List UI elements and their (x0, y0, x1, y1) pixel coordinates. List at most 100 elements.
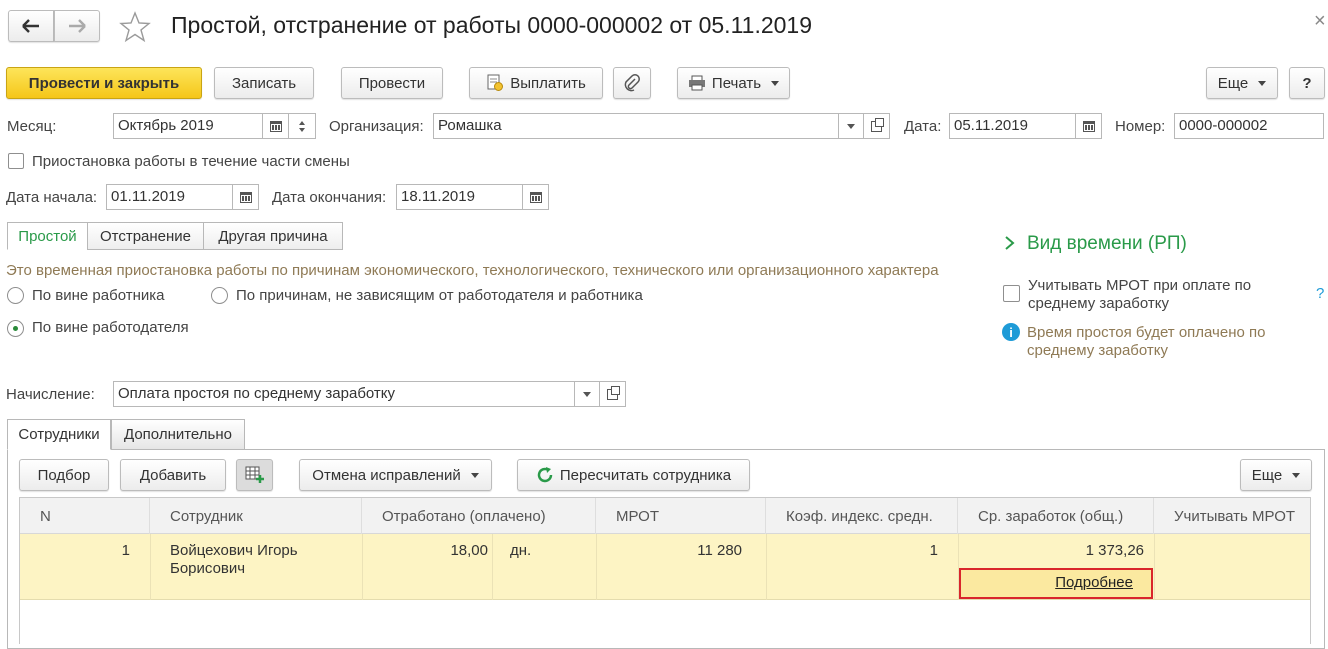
cell-unit: дн. (510, 542, 532, 559)
row-divider (492, 534, 493, 600)
tab-downtime[interactable]: Простой (7, 222, 88, 250)
info-icon: i (1002, 323, 1020, 341)
accrual-label: Начисление: (6, 386, 95, 403)
pick-button[interactable]: Подбор (19, 459, 109, 491)
info-text-line1: Время простоя будет оплачено по (1027, 324, 1266, 341)
more-button-label: Еще (1217, 74, 1249, 92)
accrual-dropdown-button[interactable] (574, 381, 600, 407)
column-header-avg-earnings[interactable]: Ср. заработок (общ.) (958, 498, 1154, 534)
month-stepper[interactable] (288, 113, 316, 139)
cell-avg-earnings: 1 373,26 (1085, 542, 1144, 559)
end-date-label: Дата окончания: (272, 189, 387, 206)
accrual-input[interactable]: Оплата простоя по среднему заработку (113, 381, 575, 407)
recalculate-label: Пересчитать сотрудника (559, 466, 732, 484)
chevron-down-icon (847, 123, 855, 129)
mrot-label-line1: Учитывать МРОТ при оплате по (1028, 277, 1252, 294)
row-divider (150, 534, 151, 600)
organization-input[interactable]: Ромашка (433, 113, 839, 139)
cancel-fix-label: Отмена исправлений (312, 466, 461, 484)
end-date-calendar-button[interactable] (522, 184, 549, 210)
arrow-left-icon (22, 19, 39, 33)
post-button[interactable]: Провести (341, 67, 443, 99)
recalculate-button[interactable]: Пересчитать сотрудника (517, 459, 750, 491)
pay-button-label: Выплатить (510, 74, 586, 92)
row-divider (1154, 534, 1155, 600)
calendar-icon (239, 191, 252, 203)
table-row[interactable]: 1 Войцехович Игорь Борисович 18,00 дн. 1… (20, 534, 1310, 600)
fault-independent-radio[interactable] (211, 287, 228, 304)
favorite-star-icon[interactable] (119, 11, 151, 43)
save-button[interactable]: Записать (214, 67, 314, 99)
table-header: N Сотрудник Отработано (оплачено) МРОТ К… (20, 498, 1310, 534)
chevron-down-icon (299, 127, 305, 132)
chevron-down-icon (470, 472, 479, 478)
help-button[interactable]: ? (1289, 67, 1325, 99)
cancel-fix-button[interactable]: Отмена исправлений (299, 459, 492, 491)
start-date-calendar-button[interactable] (232, 184, 259, 210)
money-doc-icon (487, 74, 504, 91)
fault-employee-label: По вине работника (32, 287, 165, 304)
reason-description: Это временная приостановка работы по при… (6, 262, 939, 279)
cell-coef: 1 (929, 542, 938, 559)
tab-employees[interactable]: Сотрудники (7, 419, 111, 450)
time-type-link[interactable]: Вид времени (РП) (1027, 233, 1187, 255)
chevron-down-icon (1292, 472, 1301, 478)
info-text-line2: среднему заработку (1027, 342, 1168, 359)
start-date-label: Дата начала: (6, 189, 98, 206)
number-input[interactable]: 0000-000002 (1174, 113, 1324, 139)
organization-dropdown-button[interactable] (838, 113, 864, 139)
add-rows-button[interactable] (236, 459, 273, 491)
column-header-mrot[interactable]: МРОТ (596, 498, 766, 534)
end-date-input[interactable]: 18.11.2019 (396, 184, 523, 210)
calendar-icon (1082, 120, 1095, 132)
mrot-help-link[interactable]: ? (1316, 285, 1324, 302)
number-label: Номер: (1115, 118, 1166, 135)
partial-shift-label: Приостановка работы в течение части смен… (32, 153, 350, 170)
partial-shift-checkbox[interactable] (8, 153, 24, 169)
tab-other-reason[interactable]: Другая причина (203, 222, 343, 250)
close-icon[interactable]: × (1314, 10, 1326, 33)
tab-suspension[interactable]: Отстранение (87, 222, 204, 250)
month-calendar-button[interactable] (262, 113, 289, 139)
fault-independent-label: По причинам, не зависящим от работодател… (236, 287, 643, 304)
cell-employee-line1: Войцехович Игорь (170, 542, 298, 559)
column-header-n[interactable]: N (20, 498, 150, 534)
window-title: Простой, отстранение от работы 0000-0000… (171, 12, 813, 38)
month-input[interactable]: Октябрь 2019 (113, 113, 263, 139)
tab-additional[interactable]: Дополнительно (111, 419, 245, 450)
calendar-icon (269, 120, 282, 132)
accrual-open-button[interactable] (599, 381, 626, 407)
table-more-button[interactable]: Еще (1240, 459, 1312, 491)
column-header-employee[interactable]: Сотрудник (150, 498, 362, 534)
date-input[interactable]: 05.11.2019 (949, 113, 1076, 139)
mrot-label-line2: среднему заработку (1028, 295, 1169, 312)
add-button[interactable]: Добавить (120, 459, 226, 491)
forward-button[interactable] (54, 10, 100, 42)
employees-table: N Сотрудник Отработано (оплачено) МРОТ К… (19, 497, 1311, 644)
date-label: Дата: (904, 118, 942, 135)
cell-mrot: 11 280 (697, 542, 742, 559)
cell-employee-line2: Борисович (170, 560, 246, 577)
mrot-checkbox[interactable] (1003, 285, 1020, 302)
start-date-input[interactable]: 01.11.2019 (106, 184, 233, 210)
organization-label: Организация: (329, 118, 424, 135)
pay-button[interactable]: Выплатить (469, 67, 603, 99)
fault-employer-radio[interactable] (7, 320, 24, 337)
attach-button[interactable] (613, 67, 651, 99)
date-calendar-button[interactable] (1075, 113, 1102, 139)
back-button[interactable] (8, 10, 54, 42)
column-header-worked[interactable]: Отработано (оплачено) (362, 498, 596, 534)
month-label: Месяц: (7, 118, 57, 135)
column-header-coef[interactable]: Коэф. индекс. средн. (766, 498, 958, 534)
print-button[interactable]: Печать (677, 67, 790, 99)
details-link[interactable]: Подробнее (959, 574, 1133, 591)
paperclip-icon (624, 74, 640, 92)
open-window-icon (607, 385, 620, 400)
arrow-right-icon (69, 19, 86, 33)
chevron-right-icon[interactable] (1004, 235, 1016, 251)
organization-open-button[interactable] (863, 113, 890, 139)
fault-employee-radio[interactable] (7, 287, 24, 304)
column-header-consider-mrot[interactable]: Учитывать МРОТ (1154, 498, 1310, 534)
more-button[interactable]: Еще (1206, 67, 1278, 99)
post-and-close-button[interactable]: Провести и закрыть (6, 67, 202, 99)
